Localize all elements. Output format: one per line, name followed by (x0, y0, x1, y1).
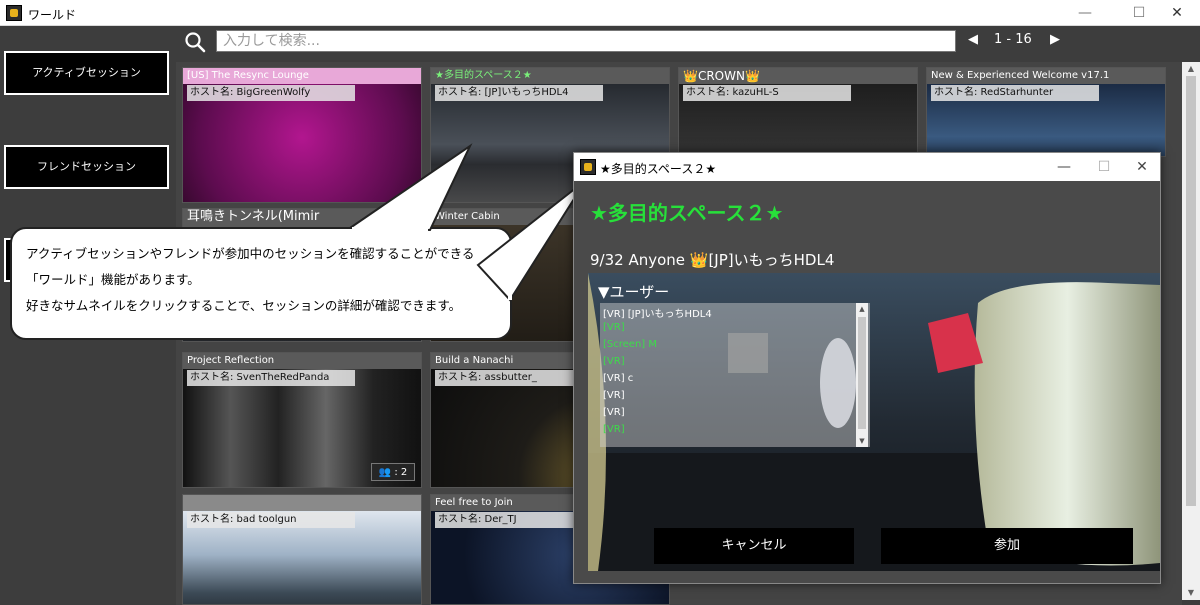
user-list-item[interactable]: [VR] (603, 356, 625, 367)
world-title: [US] The Resync Lounge (183, 68, 421, 84)
dialog-close-button[interactable]: ✕ (1122, 153, 1162, 181)
user-list-item[interactable]: [VR] (603, 407, 625, 418)
title-bar: ワールド — ☐ ✕ (0, 0, 1200, 26)
world-host: ホスト名: bad toolgun (187, 512, 355, 528)
user-list-item[interactable]: [VR] c (603, 373, 633, 384)
world-host: ホスト名: RedStarhunter (931, 85, 1099, 101)
users-section-toggle[interactable]: ▼ユーザー (598, 281, 669, 302)
annotation-line-1: アクティブセッションやフレンドが参加中のセッションを確認することができる (26, 246, 475, 261)
world-host: ホスト名: BigGreenWolfy (187, 85, 355, 101)
active-sessions-button[interactable]: アクティブセッション (4, 51, 169, 95)
dialog-app-icon (580, 159, 596, 175)
friend-sessions-button[interactable]: フレンドセッション (4, 145, 169, 189)
minimize-button[interactable]: — (1062, 0, 1108, 26)
close-button[interactable]: ✕ (1154, 0, 1200, 26)
world-card[interactable]: 👑CROWN👑 ホスト名: kazuHL-S (678, 67, 918, 157)
world-card[interactable]: [US] The Resync Lounge ホスト名: BigGreenWol… (182, 67, 422, 203)
search-icon[interactable] (184, 31, 206, 53)
prev-page-button[interactable]: ◀ (968, 32, 978, 47)
window-title: ワールド (28, 8, 77, 22)
world-title: New & Experienced Welcome v17.1 (927, 68, 1165, 84)
scroll-thumb[interactable] (1186, 76, 1196, 506)
pager: ◀ 1 - 16 ▶ (966, 30, 1066, 52)
world-card[interactable]: Project Reflection ホスト名: SvenTheRedPanda… (182, 352, 422, 488)
world-card[interactable]: ホスト名: bad toolgun (182, 494, 422, 605)
world-window: ワールド — ☐ ✕ アクティブセッション フレンドセッション ◀ 1 - 16… (0, 0, 1200, 605)
join-button[interactable]: 参加 (881, 528, 1133, 564)
scroll-up-icon[interactable]: ▲ (856, 303, 868, 315)
dialog-title: ★多目的スペース２★ (600, 162, 717, 176)
user-list-item[interactable]: [VR] (603, 424, 625, 435)
dialog-minimize-button[interactable]: — (1044, 153, 1084, 181)
world-host: ホスト名: [JP]いもっちHDL4 (435, 85, 603, 101)
world-title: Project Reflection (183, 353, 421, 369)
annotation-line-2: 「ワールド」機能があります。 (26, 272, 200, 287)
world-card[interactable]: New & Experienced Welcome v17.1 ホスト名: Re… (926, 67, 1166, 157)
search-input[interactable] (216, 30, 956, 52)
world-host: ホスト名: SvenTheRedPanda (187, 370, 355, 386)
app-icon (6, 5, 22, 21)
cancel-button[interactable]: キャンセル (654, 528, 854, 564)
scroll-up-icon[interactable]: ▲ (1182, 62, 1200, 76)
user-list-scrollbar[interactable]: ▲ ▼ (856, 303, 868, 447)
world-thumbnail (183, 84, 421, 202)
world-title: ★多目的スペース２★ (431, 68, 669, 84)
user-list-item[interactable]: [VR] [JP]いもっちHDL4 (603, 305, 712, 320)
dialog-title-bar: ★多目的スペース２★ — ☐ ✕ (574, 153, 1160, 181)
user-list-item[interactable]: [Screen] M (603, 339, 657, 350)
user-list-scroll-thumb[interactable] (858, 317, 866, 429)
user-list-item[interactable]: [VR] (603, 390, 625, 401)
world-title: 耳鳴きトンネル(Mimir (183, 209, 421, 227)
next-page-button[interactable]: ▶ (1050, 32, 1060, 47)
annotation-bubble: アクティブセッションやフレンドが参加中のセッションを確認することができる 「ワー… (10, 227, 512, 340)
session-heading: ★多目的スペース２★ (590, 201, 784, 225)
scroll-down-icon[interactable]: ▼ (1182, 586, 1200, 600)
session-info: 9/32 Anyone 👑[JP]いもっちHDL4 (590, 251, 835, 269)
grid-scrollbar[interactable]: ▲ ▼ (1182, 62, 1200, 600)
world-title: 👑CROWN👑 (679, 68, 917, 84)
session-detail-dialog: ★多目的スペース２★ — ☐ ✕ ★多目的スペース２★ 9/32 Anyone … (573, 152, 1161, 584)
scroll-down-icon[interactable]: ▼ (856, 435, 868, 447)
dialog-maximize-button[interactable]: ☐ (1084, 153, 1124, 181)
world-host: ホスト名: kazuHL-S (683, 85, 851, 101)
world-title (183, 495, 421, 511)
page-range: 1 - 16 (994, 32, 1032, 47)
annotation-line-3: 好きなサムネイルをクリックすることで、セッションの詳細が確認できます。 (26, 298, 462, 313)
user-list: [VR] [JP]いもっちHDL4 [VR] [Screen] M [VR] [… (600, 303, 870, 447)
user-list-item[interactable]: [VR] (603, 322, 625, 333)
user-count-badge: 👥 : 2 (371, 463, 415, 481)
